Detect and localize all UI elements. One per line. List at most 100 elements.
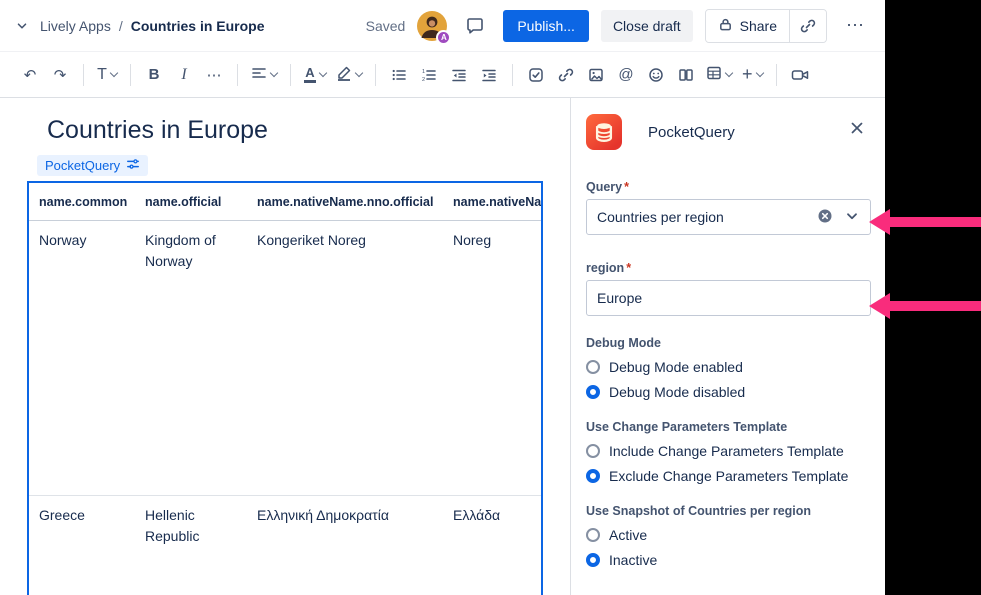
radio-selected-icon[interactable] <box>586 553 600 567</box>
table-row: Norway Kingdom of Norway Kongeriket Nore… <box>29 221 543 496</box>
radio-icon[interactable] <box>586 444 600 458</box>
arrow-head <box>869 293 890 319</box>
table-cell: Ελληνική Δημοκρατία <box>247 496 443 595</box>
insert-table-button[interactable] <box>702 60 736 90</box>
undo-button[interactable]: ↶ <box>16 60 44 90</box>
pocketquery-macro-chip[interactable]: PocketQuery <box>37 155 148 176</box>
emoji-icon <box>648 67 664 83</box>
chevron-down-icon[interactable] <box>12 10 32 42</box>
radio-debug-enabled[interactable]: Debug Mode enabled <box>586 359 871 375</box>
avatar-badge: A <box>436 30 451 45</box>
table-header-row: name.common name.official name.nativeNam… <box>29 183 543 221</box>
numbered-list-button[interactable]: 12 <box>415 60 443 90</box>
table-cell: Kingdom of Norway <box>135 221 247 496</box>
highlight-color-button[interactable] <box>332 60 366 90</box>
radio-selected-icon[interactable] <box>586 469 600 483</box>
chevron-down-icon <box>319 68 327 76</box>
italic-button[interactable]: I <box>170 60 198 90</box>
text-style-button[interactable]: T <box>93 60 121 90</box>
redo-button[interactable]: ↷ <box>46 60 74 90</box>
divider <box>83 64 84 86</box>
region-field-label: region* <box>586 261 871 275</box>
snapshot-group: Use Snapshot of Countries per region Act… <box>586 504 871 568</box>
table-cell: Kongeriket Noreg <box>247 221 443 496</box>
insert-link-button[interactable] <box>552 60 580 90</box>
radio-icon[interactable] <box>586 360 600 374</box>
change-parameters-group: Use Change Parameters Template Include C… <box>586 420 871 484</box>
chevron-down-icon <box>755 68 763 76</box>
link-icon <box>558 67 574 83</box>
close-draft-button[interactable]: Close draft <box>601 10 693 42</box>
query-field: Query* Countries per region <box>586 180 871 235</box>
radio-exclude-template[interactable]: Exclude Change Parameters Template <box>586 468 871 484</box>
radio-snapshot-inactive[interactable]: Inactive <box>586 552 871 568</box>
insert-more-button[interactable]: + <box>738 60 767 90</box>
macro-chip-label: PocketQuery <box>45 158 120 173</box>
breadcrumb-separator: / <box>119 18 123 34</box>
group-label: Use Snapshot of Countries per region <box>586 504 871 518</box>
bold-button[interactable]: B <box>140 60 168 90</box>
table-cell: Ελλάδα <box>443 496 543 595</box>
query-select[interactable]: Countries per region <box>586 199 871 235</box>
panel-title: PocketQuery <box>648 124 735 141</box>
svg-text:1: 1 <box>422 68 425 74</box>
lock-icon <box>718 17 733 35</box>
bullet-list-button[interactable] <box>385 60 413 90</box>
region-input[interactable]: Europe <box>586 280 871 316</box>
radio-label: Exclude Change Parameters Template <box>609 468 848 484</box>
share-group: Share <box>705 9 827 43</box>
radio-include-template[interactable]: Include Change Parameters Template <box>586 443 871 459</box>
app-window: Lively Apps / Countries in Europe Saved … <box>0 0 885 595</box>
divider <box>237 64 238 86</box>
video-button[interactable] <box>786 60 814 90</box>
task-list-button[interactable] <box>522 60 550 90</box>
radio-icon[interactable] <box>586 528 600 542</box>
clear-icon[interactable] <box>817 208 833 227</box>
avatar[interactable]: A <box>417 11 447 41</box>
video-camera-icon <box>791 67 809 83</box>
divider <box>375 64 376 86</box>
image-icon <box>588 67 604 83</box>
radio-label: Debug Mode disabled <box>609 384 745 400</box>
divider <box>776 64 777 86</box>
required-asterisk: * <box>624 180 629 194</box>
radio-label: Include Change Parameters Template <box>609 443 844 459</box>
copy-link-icon[interactable] <box>790 10 826 42</box>
radio-debug-disabled[interactable]: Debug Mode disabled <box>586 384 871 400</box>
emoji-button[interactable] <box>642 60 670 90</box>
mention-button[interactable]: @ <box>612 60 640 90</box>
more-formatting-button[interactable]: ⋯ <box>200 60 228 90</box>
outdent-button[interactable] <box>445 60 473 90</box>
chevron-down-icon <box>725 68 733 76</box>
chevron-down-icon[interactable] <box>844 208 860 227</box>
publish-button[interactable]: Publish... <box>503 10 589 42</box>
topbar-actions: Saved A Publish... Close draft <box>366 9 871 43</box>
group-label: Debug Mode <box>586 336 871 350</box>
text-color-button[interactable]: A <box>300 60 330 90</box>
region-field: region* Europe <box>586 261 871 316</box>
macro-config-panel: PocketQuery Query* Countries per region <box>570 98 885 595</box>
column-header: name.official <box>135 183 247 221</box>
text-style-icon: T <box>97 66 107 84</box>
query-select-value: Countries per region <box>597 209 817 225</box>
radio-snapshot-active[interactable]: Active <box>586 527 871 543</box>
share-button-label: Share <box>740 18 777 34</box>
save-status: Saved <box>366 18 406 34</box>
page-title[interactable]: Countries in Europe <box>47 116 570 145</box>
indent-button[interactable] <box>475 60 503 90</box>
more-options-button[interactable]: ⋯ <box>839 10 871 42</box>
alignment-button[interactable] <box>247 60 281 90</box>
share-button[interactable]: Share <box>706 10 789 42</box>
outdent-icon <box>451 67 467 83</box>
comment-icon[interactable] <box>459 10 491 42</box>
close-icon[interactable] <box>843 114 871 142</box>
breadcrumb-space[interactable]: Lively Apps <box>40 18 111 34</box>
insert-image-button[interactable] <box>582 60 610 90</box>
chevron-down-icon <box>355 68 363 76</box>
radio-selected-icon[interactable] <box>586 385 600 399</box>
table-cell: Greece <box>29 496 135 595</box>
main-area: Countries in Europe PocketQuery name.com… <box>0 98 885 595</box>
group-label: Use Change Parameters Template <box>586 420 871 434</box>
layout-button[interactable] <box>672 60 700 90</box>
query-result-table[interactable]: name.common name.official name.nativeNam… <box>27 181 543 595</box>
